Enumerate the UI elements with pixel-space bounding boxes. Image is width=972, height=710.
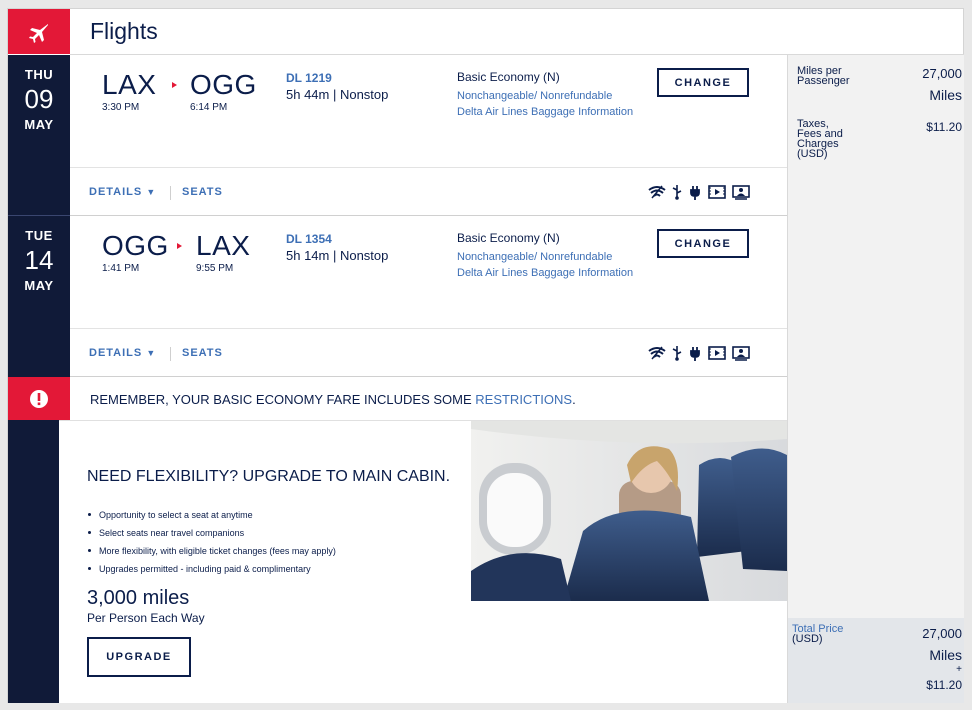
miles-unit: Miles [929,87,962,103]
upgrade-promo: NEED FLEXIBILITY? UPGRADE TO MAIN CABIN.… [59,420,787,703]
route-arrow-icon [172,82,177,88]
flight-divider [70,376,787,377]
origin-code: OGG [102,230,169,261]
baggage-info-link[interactable]: Delta Air Lines Baggage Information [457,106,633,118]
alert-period: . [572,392,576,407]
origin-time: 1:41 PM [102,263,140,274]
price-summary: Miles per Passenger 27,000 Miles Taxes, Fe… [787,55,964,703]
destination-code: OGG [190,69,257,100]
baggage-info-link[interactable]: Delta Air Lines Baggage Information [457,267,633,279]
miles-value: 27,000 [922,66,962,81]
flight-2-date: TUE 14 MAY [8,228,70,293]
flight-1-month: MAY [24,117,54,132]
promo-miles: 3,000 miles [87,587,190,609]
total-taxes: $11.20 [926,678,962,692]
exclamation-icon [30,389,48,408]
entertainment-icon [708,346,726,360]
benefit-item: Opportunity to select a seat at anytime [87,509,336,527]
cabin-photo [471,421,787,601]
header-plane-badge [8,9,70,54]
wifi-icon [648,185,666,199]
taxes-label: Taxes, Fees and Charges (USD) [797,119,843,160]
fare-class: Basic Economy (N) [457,231,560,245]
label-line: (USD) [797,148,828,160]
benefit-item: Select seats near travel companions [87,527,336,545]
link-divider [170,186,171,200]
origin-code: LAX [102,69,157,100]
cabin-illustration [471,421,787,601]
seatback-screen-icon [732,345,750,361]
flight-number[interactable]: DL 1354 [286,232,332,246]
flight-1-date: THU 09 MAY [8,67,70,132]
label-line: Passenger [797,75,850,87]
airplane-icon [29,23,48,43]
details-toggle[interactable]: DETAILS ▼ [89,186,156,198]
flight-2-month: MAY [24,278,54,293]
details-label: DETAILS [89,347,143,359]
total-price-currency: (USD) [792,633,823,645]
amenities-list [648,345,750,361]
seats-link[interactable]: SEATS [182,186,223,198]
flight-1-actions: DETAILS ▼ SEATS [70,167,787,215]
alert-message: REMEMBER, YOUR BASIC ECONOMY FARE INCLUD… [90,392,476,407]
total-miles: 27,000 [922,626,962,641]
usb-icon [672,346,682,361]
fare-rules-link[interactable]: Nonchangeable/ Nonrefundable [457,251,612,263]
flight-row-2: OGG 1:41 PM LAX 9:55 PM DL 1354 5h 14m |… [70,216,787,377]
power-icon [690,186,700,200]
miles-per-passenger-label: Miles per Passenger [797,66,850,87]
route-arrow-icon [177,243,182,249]
promo-benefits: Opportunity to select a seat at anytime … [87,509,336,581]
fare-class: Basic Economy (N) [457,70,560,84]
flight-2-day: 14 [24,245,54,275]
origin-time: 3:30 PM [102,102,140,113]
basic-economy-alert: REMEMBER, YOUR BASIC ECONOMY FARE INCLUD… [90,392,576,407]
flight-number[interactable]: DL 1219 [286,71,332,85]
amenities-list [648,184,750,200]
flight-1-day: 09 [24,84,54,114]
wifi-icon [648,346,666,360]
alert-badge [8,377,70,420]
destination-code: LAX [196,230,251,261]
promo-title: NEED FLEXIBILITY? UPGRADE TO MAIN CABIN. [87,468,451,485]
page-title: Flights [90,18,158,44]
total-price-box: Total Price (USD) 27,000 Miles + $11.20 [788,618,964,703]
chevron-down-icon: ▼ [146,348,157,358]
restrictions-link[interactable]: RESTRICTIONS [475,392,572,407]
flight-2-actions: DETAILS ▼ SEATS [70,328,787,376]
taxes-value: $11.20 [926,120,962,134]
seatback-screen-icon [732,184,750,200]
link-divider [170,347,171,361]
upgrade-button[interactable]: UPGRADE [87,637,191,677]
benefit-item: Upgrades permitted - including paid & co… [87,563,336,581]
change-flight-button[interactable]: CHANGE [657,229,749,258]
flight-duration: 5h 44m | Nonstop [286,87,389,102]
chevron-down-icon: ▼ [146,187,157,197]
date-divider [8,215,70,216]
destination-time: 9:55 PM [196,263,234,274]
details-toggle[interactable]: DETAILS ▼ [89,347,156,359]
seats-link[interactable]: SEATS [182,347,223,359]
flight-row-1: LAX 3:30 PM OGG 6:14 PM DL 1219 5h 44m |… [70,55,787,215]
change-flight-button[interactable]: CHANGE [657,68,749,97]
benefit-item: More flexibility, with eligible ticket c… [87,545,336,563]
usb-icon [672,185,682,200]
entertainment-icon [708,185,726,199]
flight-1-dow: THU [24,67,54,82]
promo-miles-subtext: Per Person Each Way [87,611,205,625]
flights-panel: Flights THU 09 MAY TUE 14 MAY LAX 3:30 P… [7,8,964,703]
destination-time: 6:14 PM [190,102,228,113]
fare-rules-link[interactable]: Nonchangeable/ Nonrefundable [457,90,612,102]
details-label: DETAILS [89,186,143,198]
flight-2-dow: TUE [25,228,53,243]
total-plus: + [956,664,962,675]
total-miles-unit: Miles [929,647,962,663]
flight-duration: 5h 14m | Nonstop [286,248,389,263]
power-icon [690,347,700,361]
